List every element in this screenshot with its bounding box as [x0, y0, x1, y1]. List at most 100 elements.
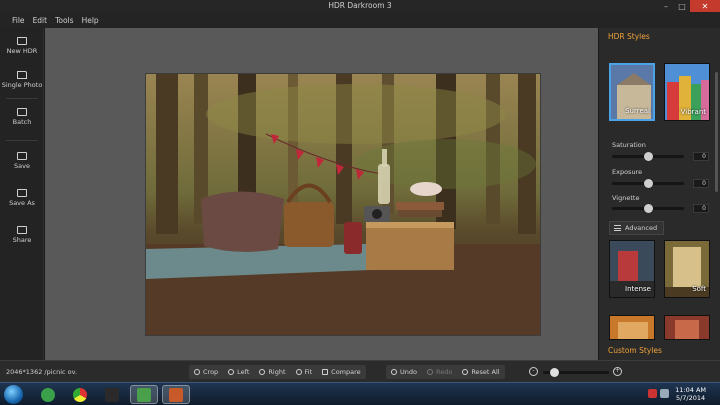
bottom-toolbar: 2046*1362 /picnic ov. Crop Left Right Fi… — [0, 360, 720, 382]
style-thumb-soft[interactable]: Soft — [664, 240, 710, 298]
menu-help[interactable]: Help — [82, 16, 99, 25]
reset-all-label: Reset All — [471, 368, 500, 376]
new-hdr-button[interactable]: New HDR — [0, 37, 44, 55]
view-tools-group: Crop Left Right Fit Compare — [189, 365, 366, 379]
advanced-button[interactable]: Advanced — [609, 221, 664, 235]
rotate-left-button[interactable]: Left — [223, 368, 254, 376]
menu-tools[interactable]: Tools — [55, 16, 73, 25]
redo-label: Redo — [435, 368, 453, 376]
undo-label: Undo — [400, 368, 417, 376]
share-button[interactable]: Share — [0, 226, 44, 244]
picnic-photo — [146, 74, 540, 335]
image-canvas[interactable] — [45, 28, 598, 360]
hdr-styles-title: HDR Styles — [608, 32, 650, 41]
saturation-knob[interactable] — [644, 152, 653, 161]
taskbar-chrome[interactable] — [66, 385, 94, 404]
saturation-value[interactable]: 0 — [693, 152, 709, 161]
saturation-label: Saturation — [612, 141, 646, 149]
zoom-out-icon[interactable]: - — [529, 367, 538, 376]
clock-time: 11:04 AM — [675, 386, 706, 394]
maximize-button[interactable]: □ — [674, 0, 690, 12]
taskbar-app-1[interactable] — [34, 385, 62, 404]
exposure-knob[interactable] — [644, 179, 653, 188]
rotate-left-icon — [228, 369, 235, 375]
taskbar-clock[interactable]: 11:04 AM 5/7/2014 — [675, 386, 706, 402]
custom-thumb-1[interactable] — [609, 315, 655, 340]
app-icon — [137, 387, 151, 402]
close-button[interactable]: ✕ — [690, 0, 720, 12]
save-button[interactable]: Save — [0, 152, 44, 170]
menu-lines-icon — [614, 225, 621, 231]
window-controls: – □ ✕ — [658, 0, 720, 12]
compare-button[interactable]: Compare — [317, 368, 366, 376]
left-tool-panel: New HDR Single Photo Batch Save Save As … — [0, 28, 44, 382]
menu-edit[interactable]: Edit — [33, 16, 48, 25]
redo-button[interactable]: Redo — [422, 368, 457, 376]
save-as-icon — [17, 189, 27, 197]
fit-button[interactable]: Fit — [291, 368, 318, 376]
history-tools-group: Undo Redo Reset All — [386, 365, 505, 379]
windows-taskbar: 11:04 AM 5/7/2014 — [0, 382, 720, 405]
panel-scrollbar[interactable] — [715, 72, 718, 192]
fit-icon — [295, 369, 302, 375]
exposure-value[interactable]: 0 — [693, 179, 709, 188]
custom-styles-title: Custom Styles — [608, 346, 662, 355]
saturation-slider[interactable] — [612, 152, 684, 161]
app-icon — [105, 387, 119, 402]
green-app-icon — [41, 387, 55, 402]
taskbar-app-4[interactable] — [130, 385, 158, 404]
vignette-knob[interactable] — [644, 204, 653, 213]
chrome-icon — [73, 387, 87, 402]
zoom-in-icon[interactable]: + — [613, 367, 622, 376]
compare-label: Compare — [331, 368, 361, 376]
batch-label: Batch — [12, 118, 32, 126]
redo-icon — [426, 369, 433, 375]
taskbar-app-3[interactable] — [98, 385, 126, 404]
save-as-label: Save As — [9, 199, 35, 207]
single-photo-icon — [17, 71, 27, 79]
save-icon — [17, 152, 27, 160]
share-icon — [17, 226, 27, 234]
save-as-button[interactable]: Save As — [0, 189, 44, 207]
new-hdr-label: New HDR — [6, 47, 38, 55]
fit-label: Fit — [304, 368, 313, 376]
custom-thumb-2[interactable] — [664, 315, 710, 340]
style-thumb-surreal[interactable]: Surreal — [609, 63, 655, 121]
custom-preview-1 — [610, 316, 654, 339]
new-hdr-icon — [17, 37, 27, 45]
surreal-label: Surreal — [625, 107, 650, 115]
exposure-slider[interactable] — [612, 179, 684, 188]
minimize-button[interactable]: – — [658, 0, 674, 12]
exposure-label: Exposure — [612, 168, 643, 176]
taskbar-hdr-darkroom[interactable] — [162, 385, 190, 404]
vignette-value[interactable]: 0 — [693, 204, 709, 213]
intense-label: Intense — [625, 285, 651, 293]
tray-network-icon[interactable] — [660, 389, 669, 398]
start-button-icon[interactable] — [4, 385, 23, 404]
batch-button[interactable]: Batch — [0, 108, 44, 126]
vignette-label: Vignette — [612, 194, 640, 202]
menu-file[interactable]: File — [12, 16, 25, 25]
divider — [6, 98, 38, 99]
style-thumb-vibrant[interactable]: Vibrant — [664, 63, 710, 121]
custom-preview-2 — [665, 316, 709, 339]
reset-icon — [462, 369, 469, 375]
single-photo-label: Single Photo — [1, 81, 43, 89]
rotate-right-button[interactable]: Right — [254, 368, 290, 376]
tray-flag-icon[interactable] — [648, 389, 657, 398]
vignette-slider[interactable] — [612, 204, 684, 213]
share-label: Share — [12, 236, 32, 244]
undo-button[interactable]: Undo — [386, 368, 422, 376]
style-thumb-intense[interactable]: Intense — [609, 240, 655, 298]
reset-all-button[interactable]: Reset All — [457, 368, 504, 376]
vibrant-label: Vibrant — [680, 108, 706, 116]
single-photo-button[interactable]: Single Photo — [0, 71, 44, 89]
batch-icon — [17, 108, 27, 116]
image-info: 2046*1362 /picnic ov. — [6, 368, 78, 376]
advanced-label: Advanced — [625, 224, 658, 232]
crop-label: Crop — [203, 368, 219, 376]
rotate-right-label: Right — [268, 368, 286, 376]
rotate-left-label: Left — [237, 368, 250, 376]
crop-button[interactable]: Crop — [189, 368, 223, 376]
zoom-knob[interactable] — [550, 368, 559, 377]
